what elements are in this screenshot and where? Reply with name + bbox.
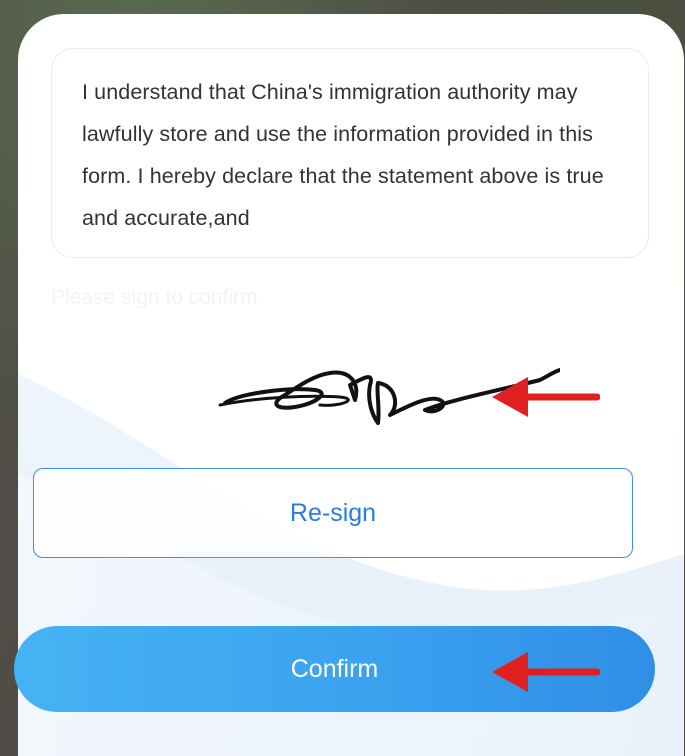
red-left-arrow-icon — [492, 377, 600, 417]
sign-hint: Please sign to confirm — [51, 286, 258, 309]
statement-box: I understand that China's immigration au… — [51, 48, 649, 258]
statement-text: I understand that China's immigration au… — [82, 80, 604, 230]
red-left-arrow-icon — [492, 652, 600, 692]
resign-button[interactable]: Re-sign — [33, 468, 633, 558]
